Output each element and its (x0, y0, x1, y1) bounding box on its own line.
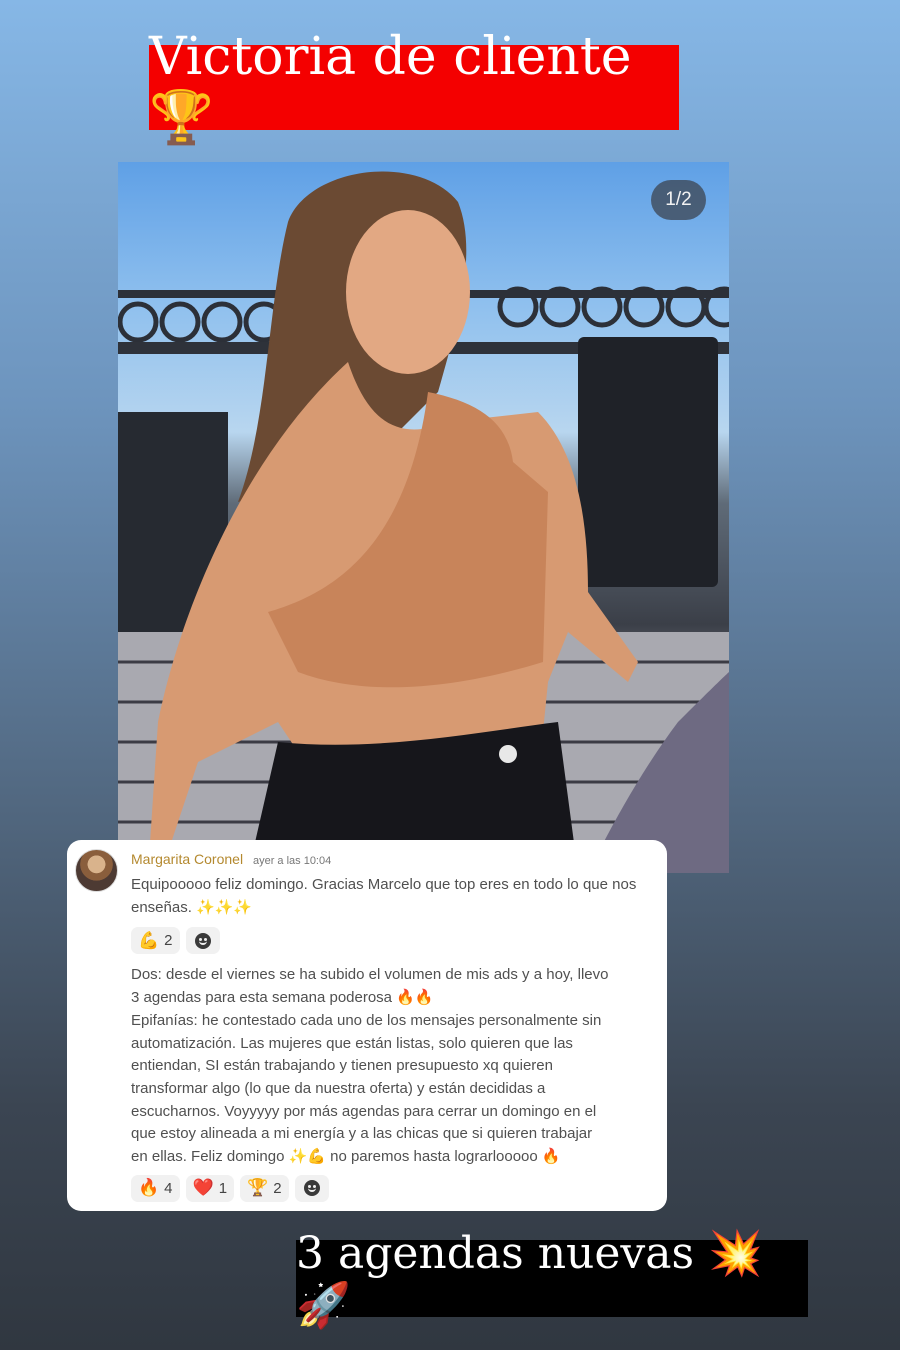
reaction-muscle[interactable]: 💪 2 (131, 927, 180, 955)
reaction-heart[interactable]: ❤️ 1 (185, 1174, 235, 1202)
trophy-icon: 🏆 (247, 1178, 269, 1198)
heart-icon: ❤️ (192, 1178, 214, 1198)
reaction-trophy[interactable]: 🏆 2 (240, 1174, 289, 1202)
page-counter: 1/2 (651, 180, 706, 220)
reaction-fire[interactable]: 🔥 4 (131, 1174, 180, 1202)
comment-line: entiendan, SI están trabajando y tienen … (131, 1057, 553, 1075)
add-reaction-button[interactable] (294, 1174, 329, 1202)
title-banner: Victoria de cliente 🏆 (149, 27, 679, 148)
comment-line: escucharnos. Voyyyyy por más agendas par… (131, 1102, 597, 1120)
comment-line: Dos: desde el viernes se ha subido el vo… (131, 966, 609, 984)
muscle-icon: 💪 (138, 930, 160, 950)
comment-time: ayer a las 10:04 (252, 855, 332, 867)
photo-illustration (118, 171, 729, 873)
client-photo: 1/2 (118, 162, 729, 873)
avatar[interactable] (75, 849, 118, 892)
add-reaction-button[interactable] (185, 927, 220, 955)
footer-caption: 3 agendas nuevas 💥🚀 (296, 1227, 763, 1331)
smiley-icon (194, 932, 211, 949)
reactions-row-2: 🔥 4 ❤️ 1 🏆 2 (131, 1174, 645, 1202)
reaction-count: 2 (164, 932, 173, 950)
comment-meta: Margarita Coronel ayer a las 10:04 (131, 850, 645, 868)
comment-line: 3 agendas para esta semana poderosa 🔥🔥 (131, 989, 434, 1007)
smiley-icon (303, 1180, 320, 1197)
comment-line: que estoy alineada a mi energía y a las … (131, 1125, 593, 1143)
author-name[interactable]: Margarita Coronel (131, 851, 243, 867)
comment-text-2: Dos: desde el viernes se ha subido el vo… (131, 964, 645, 1168)
comment-line: transformar algo (lo que da nuestra ofer… (131, 1079, 546, 1097)
comment-line: en ellas. Feliz domingo ✨💪 no paremos ha… (131, 1148, 561, 1166)
title-text: Victoria de cliente 🏆 (149, 27, 632, 148)
comment-text-1: Equipooooo feliz domingo. Gracias Marcel… (131, 876, 637, 916)
fire-icon: 🔥 (138, 1178, 160, 1198)
footer-banner: 3 agendas nuevas 💥🚀 (296, 1228, 808, 1331)
reaction-count: 4 (164, 1179, 173, 1197)
reaction-count: 1 (218, 1179, 228, 1197)
comment-line: automatización. Las mujeres que están li… (131, 1034, 573, 1052)
reaction-count: 2 (273, 1179, 282, 1197)
comment-line: Epifanías: he contestado cada uno de los… (131, 1011, 602, 1029)
reactions-row-1: 💪 2 (131, 927, 645, 955)
comment-card: Margarita Coronel ayer a las 10:04 Equip… (67, 840, 667, 1211)
